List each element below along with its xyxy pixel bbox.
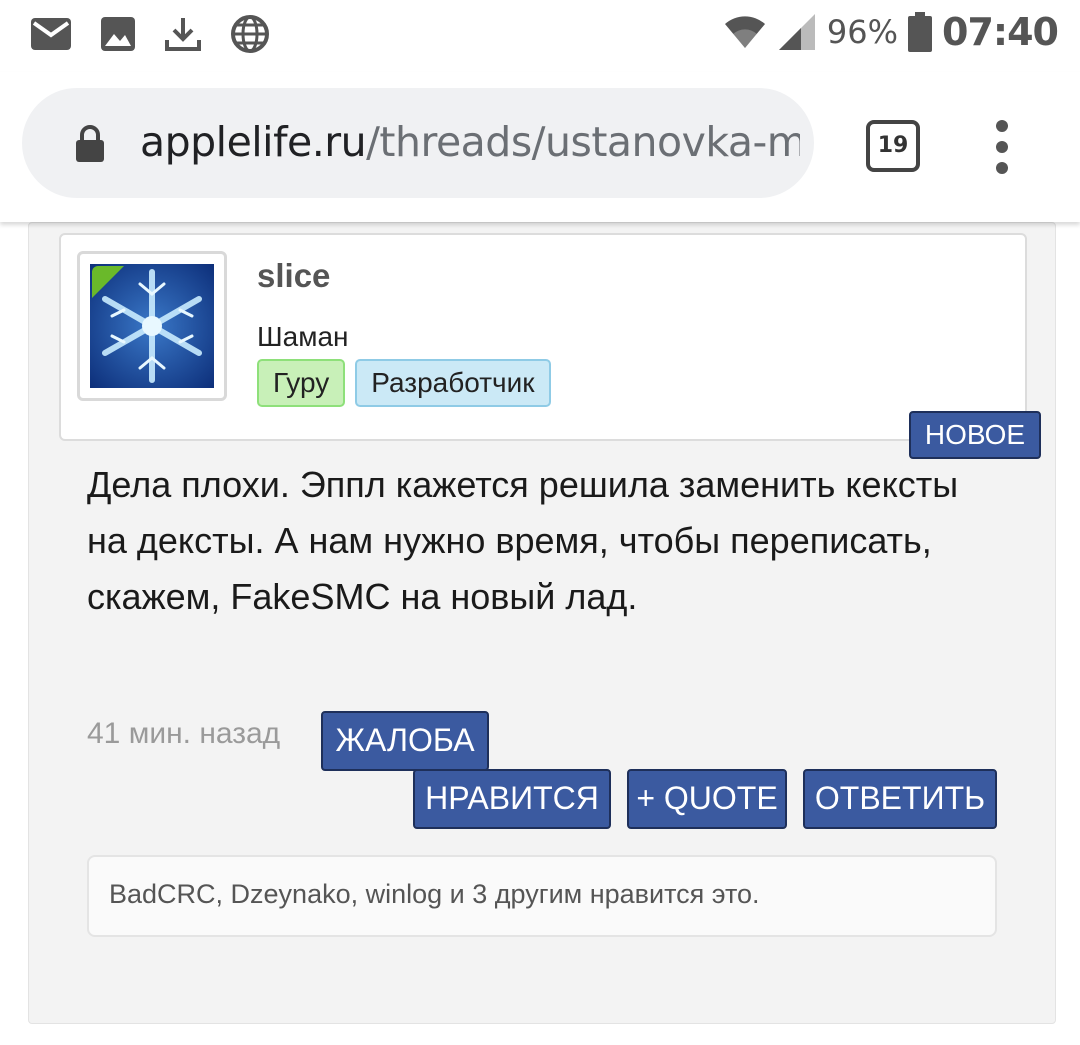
address-bar[interactable]: applelife.ru/threads/ustanovka-m bbox=[22, 88, 814, 198]
post-message: Дела плохи. Эппл кажется решила заменить… bbox=[87, 464, 959, 617]
badge-guru: Гуру bbox=[257, 359, 346, 407]
user-title: Шаман bbox=[257, 321, 349, 352]
globe-icon bbox=[231, 15, 269, 53]
avatar[interactable] bbox=[77, 251, 227, 401]
reply-button[interactable]: ОТВЕТИТЬ bbox=[803, 769, 997, 829]
status-bar: 96% 07:40 bbox=[0, 0, 1080, 72]
badge-developer: Разработчик bbox=[355, 359, 551, 407]
tab-switcher-button[interactable]: 19 bbox=[866, 120, 920, 172]
signal-icon bbox=[778, 14, 815, 50]
browser-toolbar: applelife.ru/threads/ustanovka-m 19 bbox=[0, 72, 1080, 222]
likes-summary[interactable]: BadCRC, Dzeynako, winlog и 3 другим нрав… bbox=[109, 879, 760, 910]
online-indicator bbox=[92, 266, 124, 298]
quote-button[interactable]: + QUOTE bbox=[627, 769, 787, 829]
url-path: /threads/ustanovka-m bbox=[366, 118, 800, 166]
url-domain: applelife.ru bbox=[140, 118, 367, 166]
download-icon bbox=[165, 18, 201, 51]
likes-summary-box: BadCRC, Dzeynako, winlog и 3 другим нрав… bbox=[87, 855, 997, 937]
battery-percent: 96% bbox=[826, 13, 899, 51]
mail-icon bbox=[31, 18, 71, 50]
like-button[interactable]: НРАВИТСЯ bbox=[413, 769, 611, 829]
battery-icon bbox=[908, 12, 933, 52]
forum-post: slice Шаман Гуру Разработчик НОВОЕ Дела … bbox=[28, 222, 1056, 1024]
wifi-icon bbox=[724, 16, 765, 48]
user-info-block: slice Шаман Гуру Разработчик bbox=[59, 233, 1027, 441]
url-text[interactable]: applelife.ru/threads/ustanovka-m bbox=[140, 118, 800, 166]
system-status: 96% 07:40 bbox=[723, 10, 1059, 54]
username[interactable]: slice bbox=[257, 257, 330, 295]
overflow-menu-icon[interactable] bbox=[992, 120, 1012, 183]
post-time[interactable]: 41 мин. назад bbox=[87, 717, 280, 751]
new-label: НОВОЕ bbox=[909, 411, 1041, 459]
image-icon bbox=[101, 17, 135, 51]
clock: 07:40 bbox=[942, 10, 1059, 54]
report-button[interactable]: ЖАЛОБА bbox=[321, 711, 489, 771]
page-content: slice Шаман Гуру Разработчик НОВОЕ Дела … bbox=[0, 222, 1080, 1045]
notification-icons bbox=[30, 14, 270, 54]
lock-icon bbox=[76, 125, 104, 162]
user-badges: Гуру Разработчик bbox=[257, 359, 551, 407]
